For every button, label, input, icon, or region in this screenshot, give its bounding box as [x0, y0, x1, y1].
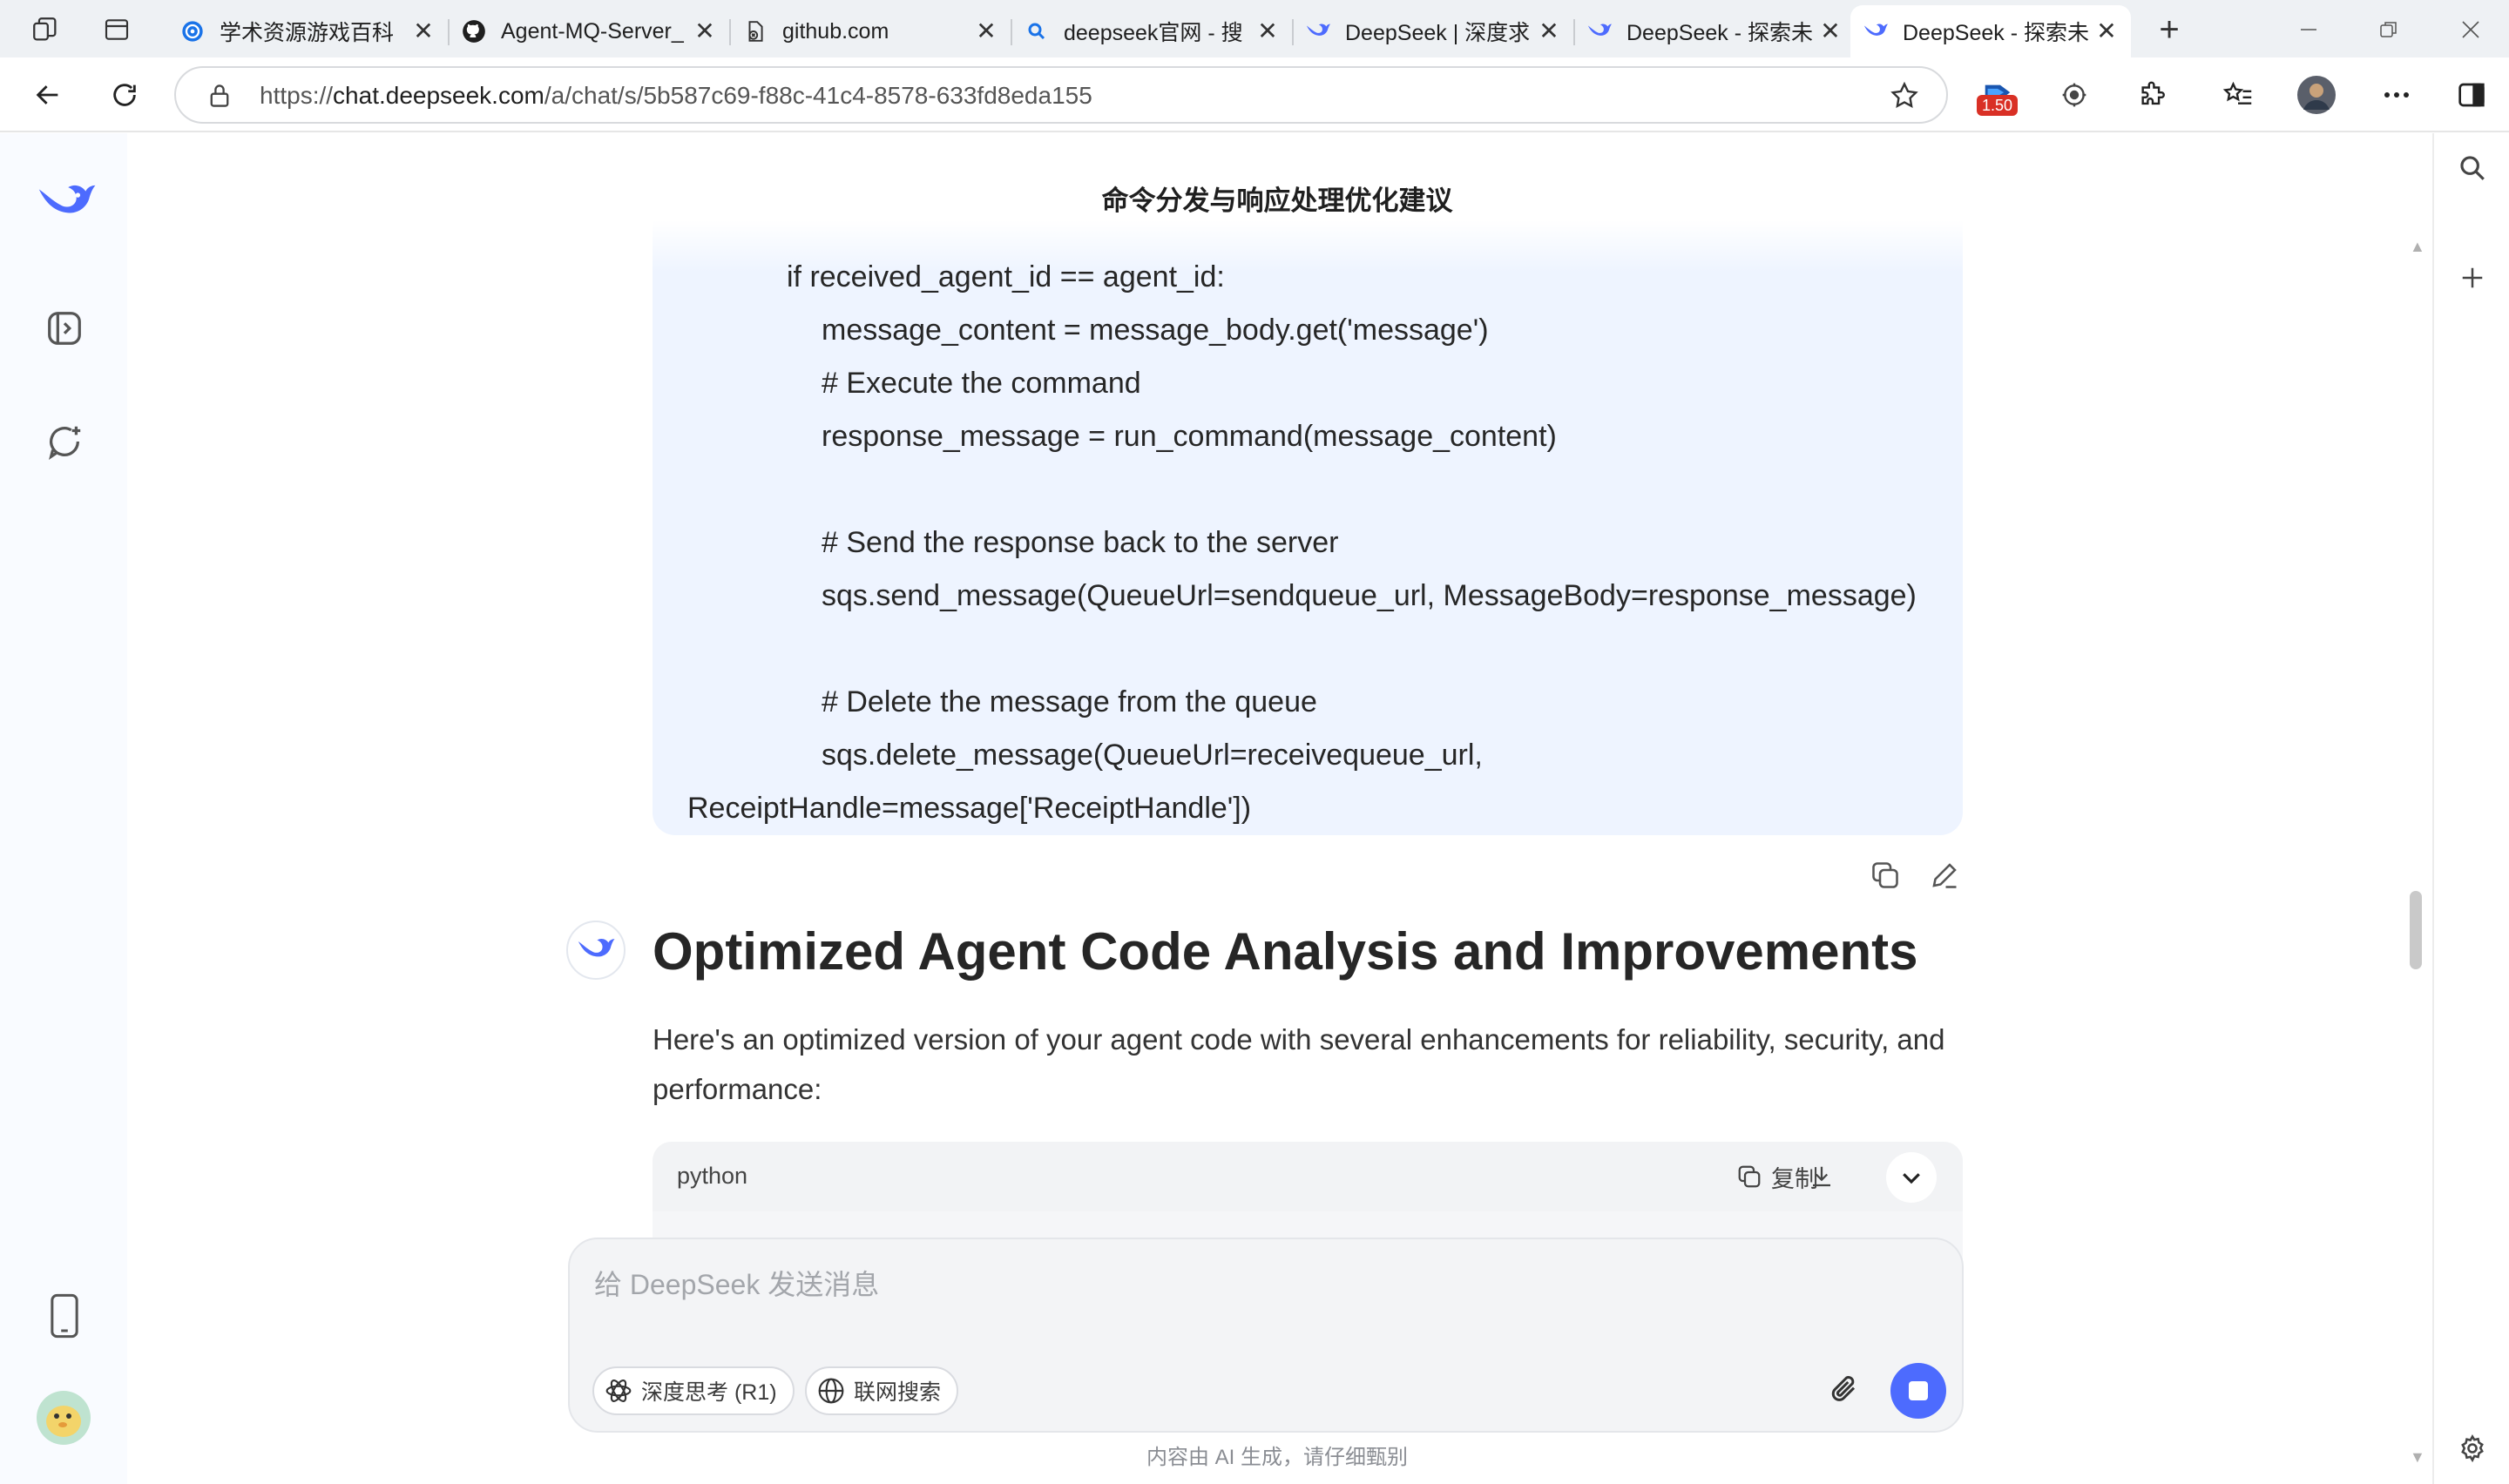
code-block-header: python 复制	[653, 1142, 1963, 1211]
workspaces-icon[interactable]	[28, 12, 63, 47]
deepseek-avatar-icon	[566, 921, 626, 980]
globe-icon	[818, 1378, 844, 1404]
left-sidebar	[0, 133, 127, 1484]
browser-tab-bar: 学术资源游戏百科 ✕ Agent-MQ-Server_ ✕ github.com…	[0, 0, 2509, 57]
stop-generation-button[interactable]	[1890, 1363, 1946, 1419]
minimize-icon[interactable]	[2291, 12, 2326, 47]
favorites-icon[interactable]	[2218, 75, 2258, 115]
web-search-toggle[interactable]: 联网搜索	[805, 1366, 959, 1415]
copy-icon	[1738, 1165, 1761, 1188]
extension-badge: 1.50	[1977, 95, 2019, 116]
user-message-line: sqs.send_message(QueueUrl=sendqueue_url,…	[822, 579, 1917, 612]
mobile-app-icon[interactable]	[38, 1290, 91, 1342]
chat-title: 命令分发与响应处理优化建议	[1101, 186, 1453, 216]
scrollbar-thumb[interactable]	[2410, 891, 2422, 969]
paperclip-icon[interactable]	[1821, 1366, 1870, 1415]
ai-disclaimer: 内容由 AI 生成，请仔细甄别	[1146, 1446, 1408, 1469]
browser-toolbar: https://chat.deepseek.com/a/chat/s/5b587…	[0, 57, 2509, 132]
user-message-line: message_content = message_body.get('mess…	[822, 314, 1489, 347]
tab-title: deepseek官网 - 搜	[1064, 21, 1243, 45]
answer-heading: Optimized Agent Code Analysis and Improv…	[653, 922, 1918, 981]
user-message-line: if received_agent_id == agent_id:	[787, 260, 1225, 293]
browser-tab[interactable]: 学术资源游戏百科 ✕	[167, 5, 448, 57]
open-sidebar-icon[interactable]	[38, 302, 91, 354]
atom-icon	[605, 1379, 632, 1402]
new-tab-button[interactable]: +	[2152, 12, 2187, 47]
user-message-line: # Send the response back to the server	[822, 526, 1339, 559]
tab-title: github.com	[782, 18, 889, 44]
message-input[interactable]	[594, 1258, 1936, 1311]
tab-title: 学术资源游戏百科	[220, 21, 395, 45]
new-chat-icon[interactable]	[38, 415, 91, 468]
tab-close-button[interactable]: ✕	[1537, 19, 1561, 44]
deepseek-whale-icon	[1586, 18, 1613, 44]
github-icon	[461, 18, 487, 44]
reload-icon[interactable]	[105, 75, 145, 115]
web-search-label: 联网搜索	[854, 1380, 942, 1405]
search-icon[interactable]	[2455, 151, 2490, 186]
search-icon	[1024, 18, 1050, 44]
tab-title: DeepSeek - 探索未	[1903, 21, 2089, 45]
add-pane-icon[interactable]	[2455, 260, 2490, 295]
document-error-icon	[742, 18, 768, 44]
browser-tab[interactable]: Agent-MQ-Server_ ✕	[449, 5, 729, 57]
answer-paragraph: Here's an optimized version of your agen…	[653, 1023, 1945, 1105]
shield-extension-icon[interactable]	[2054, 75, 2094, 115]
message-composer: 深度思考 (R1) 联网搜索	[568, 1238, 1964, 1433]
deepseek-logo-icon[interactable]	[35, 172, 98, 234]
favorite-star-icon[interactable]	[1889, 80, 1920, 116]
lock-icon[interactable]	[207, 83, 232, 113]
tab-actions-icon[interactable]	[99, 12, 134, 47]
browser-tab[interactable]: deepseek官网 - 搜 ✕	[1011, 5, 1292, 57]
download-icon[interactable]	[1802, 1157, 1841, 1196]
back-icon[interactable]	[28, 75, 68, 115]
tab-title: DeepSeek - 探索未	[1626, 21, 1813, 45]
tab-close-button[interactable]: ✕	[2094, 19, 2119, 44]
globe-icon	[179, 18, 206, 44]
copy-message-icon[interactable]	[1866, 856, 1904, 894]
user-message-line: ReceiptHandle=message['ReceiptHandle'])	[687, 792, 1252, 825]
profile-avatar[interactable]	[2296, 75, 2337, 115]
user-avatar[interactable]	[35, 1389, 92, 1447]
address-bar[interactable]: https://chat.deepseek.com/a/chat/s/5b587…	[174, 66, 1948, 124]
browser-tab[interactable]: DeepSeek | 深度求 ✕	[1293, 5, 1573, 57]
scroll-down-arrow-icon[interactable]: ▼	[2410, 1448, 2425, 1467]
user-message-line: sqs.delete_message(QueueUrl=receivequeue…	[822, 739, 1483, 772]
tab-close-button[interactable]: ✕	[1818, 19, 1843, 44]
tab-close-button[interactable]: ✕	[1255, 19, 1280, 44]
user-message-line: response_message = run_command(message_c…	[822, 420, 1557, 453]
user-message-bubble: if received_agent_id == agent_id:message…	[653, 220, 1963, 835]
deep-think-toggle[interactable]: 深度思考 (R1)	[592, 1366, 795, 1415]
sidebar-toggle-icon[interactable]	[2452, 75, 2492, 115]
browser-side-pane	[2432, 133, 2509, 1484]
stop-icon	[1909, 1381, 1928, 1400]
browser-tab[interactable]: DeepSeek - 探索未 ✕	[1574, 5, 1855, 57]
restore-icon[interactable]	[2371, 12, 2406, 47]
tab-title: Agent-MQ-Server_	[501, 18, 684, 44]
extensions-puzzle-icon[interactable]	[2133, 75, 2173, 115]
collapse-code-chevron-icon[interactable]	[1886, 1152, 1937, 1203]
scroll-up-arrow-icon[interactable]: ▲	[2410, 238, 2425, 256]
settings-gear-icon[interactable]	[2455, 1431, 2490, 1466]
deep-think-label: 深度思考 (R1)	[641, 1380, 777, 1405]
tab-close-button[interactable]: ✕	[693, 19, 717, 44]
user-message-line: # Delete the message from the queue	[822, 685, 1317, 718]
deepseek-app: 命令分发与响应处理优化建议 if received_agent_id == ag…	[0, 133, 2432, 1484]
tab-close-button[interactable]: ✕	[974, 19, 998, 44]
edit-message-icon[interactable]	[1925, 856, 1964, 894]
user-message-line: # Execute the command	[822, 367, 1141, 400]
deepseek-whale-icon	[1305, 18, 1331, 44]
tab-close-button[interactable]: ✕	[411, 19, 436, 44]
close-window-icon[interactable]	[2453, 12, 2488, 47]
browser-tab-active[interactable]: DeepSeek - 探索未 ✕	[1850, 5, 2131, 57]
code-language-label: python	[677, 1163, 748, 1189]
deepseek-whale-icon	[1863, 18, 1889, 44]
tab-title: DeepSeek | 深度求	[1345, 21, 1531, 45]
url-text[interactable]: https://chat.deepseek.com/a/chat/s/5b587…	[260, 82, 1092, 110]
browser-tab[interactable]: github.com ✕	[730, 5, 1011, 57]
more-menu-icon[interactable]	[2377, 75, 2417, 115]
